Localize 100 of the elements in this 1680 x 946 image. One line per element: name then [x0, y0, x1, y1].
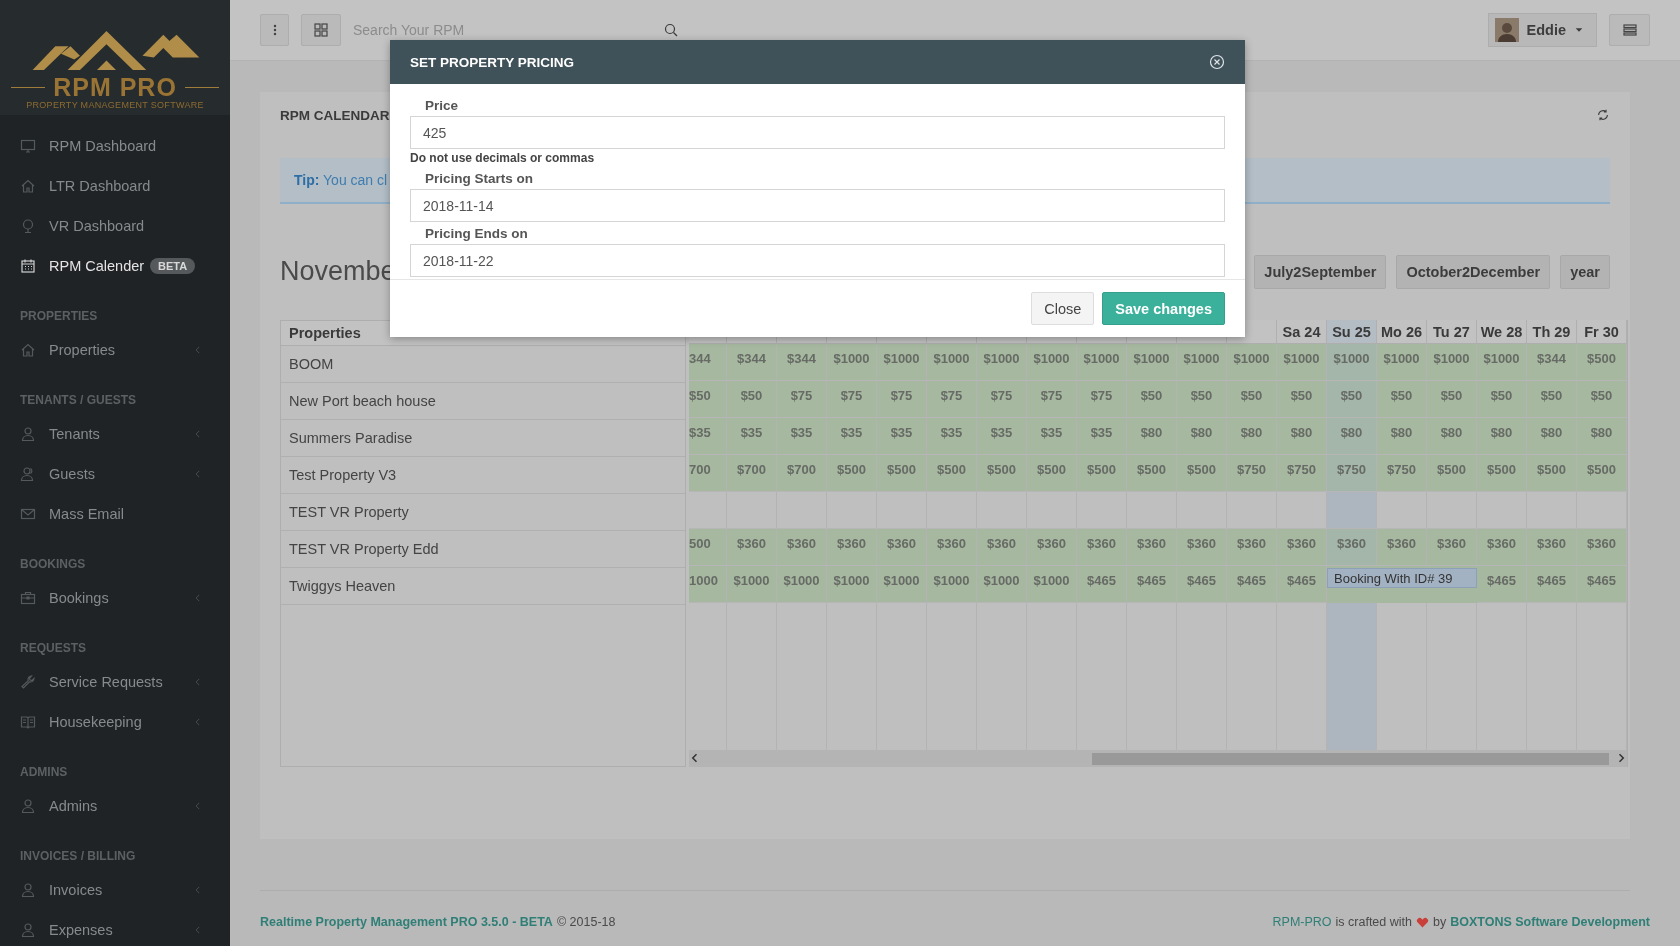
price-cell[interactable]: $700: [777, 455, 827, 492]
price-cell[interactable]: $750: [1377, 455, 1427, 492]
refresh-icon: [1596, 108, 1610, 122]
day-header: Su 25: [1327, 320, 1377, 344]
sidebar-item[interactable]: Expenses: [0, 910, 230, 946]
view-button[interactable]: year: [1560, 254, 1610, 289]
company-link[interactable]: BOXTONS Software Development: [1450, 915, 1650, 929]
price-cell[interactable]: $500: [1527, 455, 1577, 492]
day-header: Mo 26: [1377, 320, 1427, 344]
price-cell[interactable]: $500: [1177, 455, 1227, 492]
brand-link[interactable]: RPM-PRO: [1272, 915, 1332, 929]
logo-subtitle: PROPERTY MANAGEMENT SOFTWARE: [26, 100, 204, 111]
save-button[interactable]: Save changes: [1102, 292, 1225, 325]
price-cell[interactable]: $500: [1577, 455, 1627, 492]
sidebar-item[interactable]: RPM Calender BETA: [0, 246, 230, 286]
booking-bar[interactable]: Booking With ID# 39: [1327, 568, 1477, 588]
sidebar-item[interactable]: Mass Email: [0, 494, 230, 534]
price-cell[interactable]: $750: [1227, 455, 1277, 492]
price-cell[interactable]: $80: [1327, 418, 1377, 455]
price-cell[interactable]: 1000: [689, 566, 727, 603]
price-cell[interactable]: $1000: [1027, 566, 1077, 603]
price-cell[interactable]: $1000: [877, 566, 927, 603]
price-cell[interactable]: $500: [1127, 455, 1177, 492]
heart-icon: [1416, 915, 1429, 929]
menu-button[interactable]: [1609, 14, 1650, 46]
grid-icon: [313, 22, 329, 38]
sidebar-item[interactable]: Housekeeping: [0, 702, 230, 742]
close-button[interactable]: [1209, 54, 1225, 70]
field-label: Price: [424, 96, 460, 115]
user-icon: [20, 882, 36, 898]
scrollbar-thumb[interactable]: [1092, 753, 1609, 765]
users-icon: [20, 466, 36, 482]
day-header: Fr 30: [1577, 320, 1627, 344]
sidebar-item[interactable]: Properties: [0, 330, 230, 370]
property-name: Twiggys Heaven: [281, 568, 685, 605]
price-cell[interactable]: $500: [1027, 455, 1077, 492]
view-button[interactable]: October2December: [1396, 254, 1551, 289]
price-cell[interactable]: $1000: [827, 566, 877, 603]
section-heading: PROPERTIES: [19, 308, 99, 325]
book-icon: [20, 714, 36, 730]
price-cell[interactable]: $1000: [777, 566, 827, 603]
home-icon: [20, 178, 36, 194]
price-cell[interactable]: $500: [877, 455, 927, 492]
user-menu-button[interactable]: Eddie: [1487, 13, 1597, 47]
price-cell[interactable]: $465: [1577, 566, 1627, 603]
price-cell[interactable]: $465: [1177, 566, 1227, 603]
price-cell[interactable]: $465: [1477, 566, 1527, 603]
sidebar-item[interactable]: LTR Dashboard: [0, 166, 230, 206]
property-name: Test Property V3: [281, 457, 685, 494]
price-cell[interactable]: 700: [689, 455, 727, 492]
section-heading: TENANTS / GUESTS: [19, 392, 137, 409]
field-label: Pricing Starts on: [424, 169, 535, 188]
price-cell[interactable]: $1000: [727, 566, 777, 603]
price-cell[interactable]: $500: [927, 455, 977, 492]
sidebar-item[interactable]: Service Requests: [0, 662, 230, 702]
sidebar-item[interactable]: Invoices: [0, 870, 230, 910]
section-heading: REQUESTS: [19, 640, 87, 657]
more-button[interactable]: [260, 14, 289, 46]
close-dialog-button[interactable]: Close: [1031, 292, 1095, 325]
sidebar-item[interactable]: Guests: [0, 454, 230, 494]
calendar-cell[interactable]: [1327, 492, 1377, 529]
user-icon: [20, 798, 36, 814]
price-cell[interactable]: $1000: [927, 566, 977, 603]
sidebar-item[interactable]: Bookings: [0, 578, 230, 618]
avatar-icon: [1494, 18, 1519, 42]
monitor-icon: [20, 138, 36, 154]
price-cell[interactable]: $465: [1077, 566, 1127, 603]
input-field[interactable]: 2018-11-22: [410, 244, 1225, 277]
sidebar-item[interactable]: Tenants: [0, 414, 230, 454]
price-cell[interactable]: $500: [977, 455, 1027, 492]
section-heading: INVOICES / BILLING: [19, 848, 137, 865]
price-cell[interactable]: $465: [1527, 566, 1577, 603]
price-cell[interactable]: $500: [1427, 455, 1477, 492]
price-cell[interactable]: $50: [1327, 381, 1377, 418]
price-cell[interactable]: $465: [1127, 566, 1177, 603]
envelope-icon: [20, 506, 36, 522]
price-cell[interactable]: $500: [827, 455, 877, 492]
input-field[interactable]: 425: [410, 116, 1225, 149]
view-button[interactable]: July2September: [1254, 254, 1387, 289]
price-cell[interactable]: $360: [1327, 529, 1377, 566]
credit-text: by: [1433, 915, 1447, 929]
sidebar-item[interactable]: RPM Dashboard: [0, 126, 230, 166]
price-cell[interactable]: $500: [1077, 455, 1127, 492]
input-field[interactable]: 2018-11-14: [410, 189, 1225, 222]
beta-badge: BETA: [150, 258, 196, 274]
price-cell[interactable]: $500: [1477, 455, 1527, 492]
price-cell[interactable]: $1000: [1327, 344, 1377, 381]
grid-button[interactable]: [301, 14, 341, 46]
version-link[interactable]: Realtime Property Management PRO 3.5.0 - BETA: [260, 915, 553, 929]
home-icon: [20, 342, 36, 358]
price-cell[interactable]: $700: [727, 455, 777, 492]
logo-title: RPM PRO: [53, 74, 177, 100]
price-cell[interactable]: $465: [1227, 566, 1277, 603]
calendar-icon: [20, 258, 36, 274]
sidebar-item[interactable]: Admins: [0, 786, 230, 826]
price-cell[interactable]: $1000: [977, 566, 1027, 603]
property-name: New Port beach house: [281, 383, 685, 420]
sidebar-item[interactable]: VR Dashboard: [0, 206, 230, 246]
section-heading: BOOKINGS: [19, 556, 87, 573]
price-cell[interactable]: $750: [1327, 455, 1377, 492]
